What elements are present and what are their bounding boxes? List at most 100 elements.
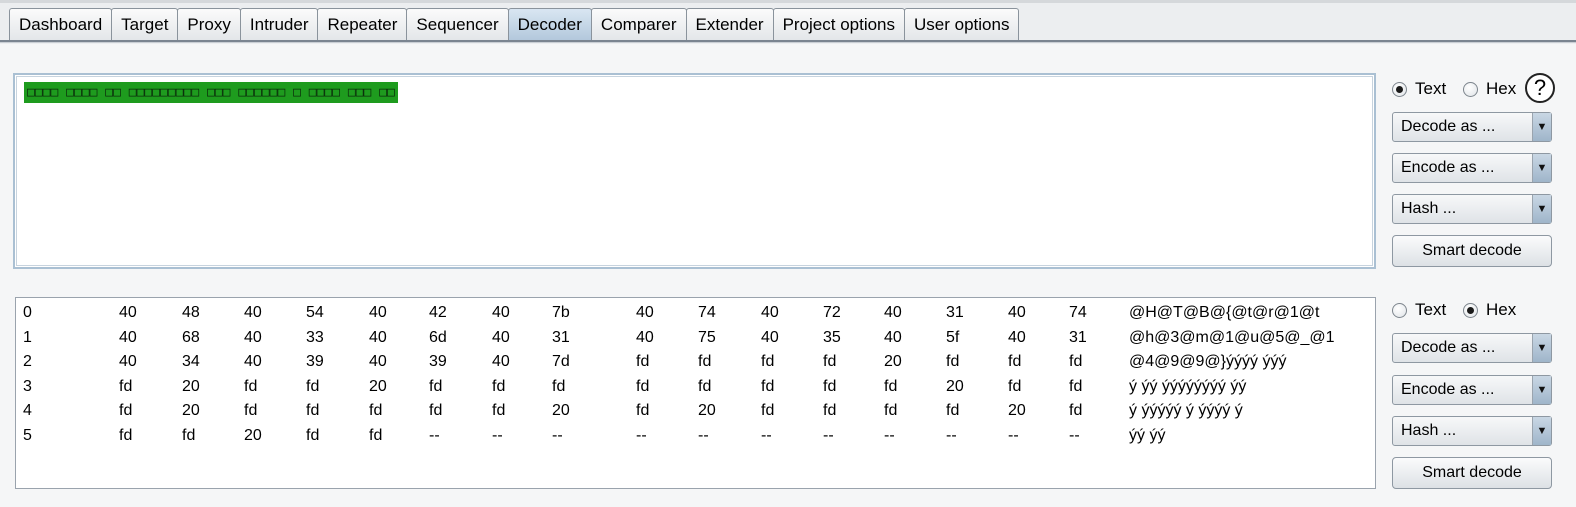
input-hex-radio[interactable] (1463, 81, 1478, 97)
input-encode-as-select[interactable]: Encode as ... ▼ (1392, 153, 1552, 183)
tab-intruder[interactable]: Intruder (239, 8, 319, 40)
hex-byte-cell[interactable]: fd (823, 398, 836, 423)
hex-byte-cell[interactable]: fd (636, 398, 649, 423)
hex-byte-cell[interactable]: fd (119, 423, 132, 448)
hex-byte-cell[interactable]: -- (884, 423, 895, 448)
hex-row[interactable]: 1 40 68 40 33 40 6d 40 31 40 75 40 35 40 5f 40 31 @h@3@m@… (16, 325, 1375, 350)
hex-byte-cell[interactable]: 40 (119, 349, 137, 374)
hex-byte-cell[interactable]: fd (1069, 349, 1082, 374)
hex-byte-cell[interactable]: 20 (244, 423, 262, 448)
chevron-down-icon[interactable]: ▼ (1532, 376, 1551, 404)
hex-byte-cell[interactable]: 54 (306, 300, 324, 325)
hex-byte-cell[interactable]: fd (552, 374, 565, 399)
hex-byte-cell[interactable]: fd (946, 398, 959, 423)
output-text-radio[interactable] (1392, 302, 1407, 318)
hex-byte-cell[interactable]: 42 (429, 300, 447, 325)
hex-byte-cell[interactable]: 40 (369, 349, 387, 374)
hex-byte-cell[interactable]: fd (244, 398, 257, 423)
chevron-down-icon[interactable]: ▼ (1532, 195, 1551, 223)
hex-byte-cell[interactable]: fd (884, 374, 897, 399)
hex-byte-cell[interactable]: fd (823, 349, 836, 374)
hex-byte-cell[interactable]: fd (429, 374, 442, 399)
output-decode-as-select[interactable]: Decode as ... ▼ (1392, 333, 1552, 363)
hex-byte-cell[interactable]: -- (1069, 423, 1080, 448)
hex-byte-cell[interactable]: 40 (119, 300, 137, 325)
output-hash-select[interactable]: Hash ... ▼ (1392, 416, 1552, 446)
hex-byte-cell[interactable]: 33 (306, 325, 324, 350)
hex-byte-cell[interactable]: -- (552, 423, 563, 448)
hex-byte-cell[interactable]: fd (761, 374, 774, 399)
help-icon[interactable]: ? (1525, 73, 1555, 103)
output-text-mode-option[interactable]: Text (1392, 298, 1446, 322)
hex-byte-cell[interactable]: -- (636, 423, 647, 448)
hex-byte-cell[interactable]: fd (884, 398, 897, 423)
hex-byte-cell[interactable]: 40 (369, 300, 387, 325)
hex-byte-cell[interactable]: fd (492, 398, 505, 423)
hex-row[interactable]: 2 40 34 40 39 40 39 40 7d fd fd fd fd 20 fd fd fd @4@9@9@… (16, 349, 1375, 374)
tab-project-options[interactable]: Project options (772, 8, 906, 40)
hex-byte-cell[interactable]: 40 (119, 325, 137, 350)
hex-byte-cell[interactable]: 39 (306, 349, 324, 374)
hex-byte-cell[interactable]: 74 (698, 300, 716, 325)
tab-dashboard[interactable]: Dashboard (9, 8, 113, 40)
hex-byte-cell[interactable]: 6d (429, 325, 447, 350)
tab-decoder[interactable]: Decoder (507, 8, 592, 40)
output-smart-decode-button[interactable]: Smart decode (1392, 457, 1552, 489)
hex-byte-cell[interactable]: 40 (244, 300, 262, 325)
hex-byte-cell[interactable]: -- (946, 423, 957, 448)
output-hex-mode-option[interactable]: Hex (1463, 298, 1516, 322)
hex-byte-cell[interactable]: -- (698, 423, 709, 448)
hex-byte-cell[interactable]: -- (1008, 423, 1019, 448)
input-text-mode-option[interactable]: Text (1392, 77, 1446, 101)
hex-byte-cell[interactable]: fd (306, 398, 319, 423)
hex-byte-cell[interactable]: 20 (552, 398, 570, 423)
hex-byte-cell[interactable]: 20 (369, 374, 387, 399)
hex-byte-cell[interactable]: 40 (761, 300, 779, 325)
hex-byte-cell[interactable]: 68 (182, 325, 200, 350)
hex-byte-cell[interactable]: fd (369, 423, 382, 448)
hex-byte-cell[interactable]: fd (946, 349, 959, 374)
hex-byte-cell[interactable]: 5f (946, 325, 959, 350)
hex-byte-cell[interactable]: fd (1069, 398, 1082, 423)
input-text-radio[interactable] (1392, 81, 1407, 97)
hex-byte-cell[interactable]: -- (823, 423, 834, 448)
hex-row[interactable]: 3 fd 20 fd fd 20 fd fd fd fd fd fd fd fd 20 fd fd ý ýý ýý… (16, 374, 1375, 399)
hex-byte-cell[interactable]: fd (244, 374, 257, 399)
hex-byte-cell[interactable]: fd (119, 398, 132, 423)
hex-byte-cell[interactable]: 7b (552, 300, 570, 325)
hex-byte-cell[interactable]: 35 (823, 325, 841, 350)
output-hex-radio[interactable] (1463, 302, 1478, 318)
tab-target[interactable]: Target (111, 8, 179, 40)
hex-byte-cell[interactable]: fd (761, 349, 774, 374)
tab-user-options[interactable]: User options (904, 8, 1020, 40)
hex-byte-cell[interactable]: 31 (1069, 325, 1087, 350)
input-decode-as-select[interactable]: Decode as ... ▼ (1392, 112, 1552, 142)
hex-byte-cell[interactable]: 40 (492, 325, 510, 350)
hex-byte-cell[interactable]: 34 (182, 349, 200, 374)
hex-byte-cell[interactable]: 20 (182, 398, 200, 423)
chevron-down-icon[interactable]: ▼ (1532, 417, 1551, 445)
hex-byte-cell[interactable]: fd (636, 374, 649, 399)
hex-byte-cell[interactable]: 20 (1008, 398, 1026, 423)
tab-proxy[interactable]: Proxy (177, 8, 241, 40)
input-hash-select[interactable]: Hash ... ▼ (1392, 194, 1552, 224)
hex-byte-cell[interactable]: 40 (244, 349, 262, 374)
decoder-output-hex-view[interactable]: 0 40 48 40 54 40 42 40 7b 40 74 40 72 40 31 40 74 @H@T@B@… (15, 297, 1376, 489)
input-smart-decode-button[interactable]: Smart decode (1392, 235, 1552, 267)
hex-byte-cell[interactable]: 40 (1008, 325, 1026, 350)
hex-byte-cell[interactable]: 20 (182, 374, 200, 399)
selected-input-text[interactable]: □□□□ □□□□ □□ □□□□□□□□□ □□□ □□□□□□ □ □□□□… (24, 82, 398, 103)
hex-row[interactable]: 4 fd 20 fd fd fd fd fd 20 fd 20 fd fd fd fd 20 fd ý ýýýýý… (16, 398, 1375, 423)
hex-byte-cell[interactable]: fd (182, 423, 195, 448)
hex-byte-cell[interactable]: fd (306, 423, 319, 448)
chevron-down-icon[interactable]: ▼ (1532, 154, 1551, 182)
hex-byte-cell[interactable]: fd (1008, 374, 1021, 399)
hex-byte-cell[interactable]: 40 (244, 325, 262, 350)
hex-byte-cell[interactable]: 31 (946, 300, 964, 325)
hex-byte-cell[interactable]: 31 (552, 325, 570, 350)
hex-byte-cell[interactable]: fd (761, 398, 774, 423)
hex-byte-cell[interactable]: fd (1008, 349, 1021, 374)
hex-byte-cell[interactable]: fd (306, 374, 319, 399)
hex-byte-cell[interactable]: -- (761, 423, 772, 448)
tab-extender[interactable]: Extender (685, 8, 774, 40)
